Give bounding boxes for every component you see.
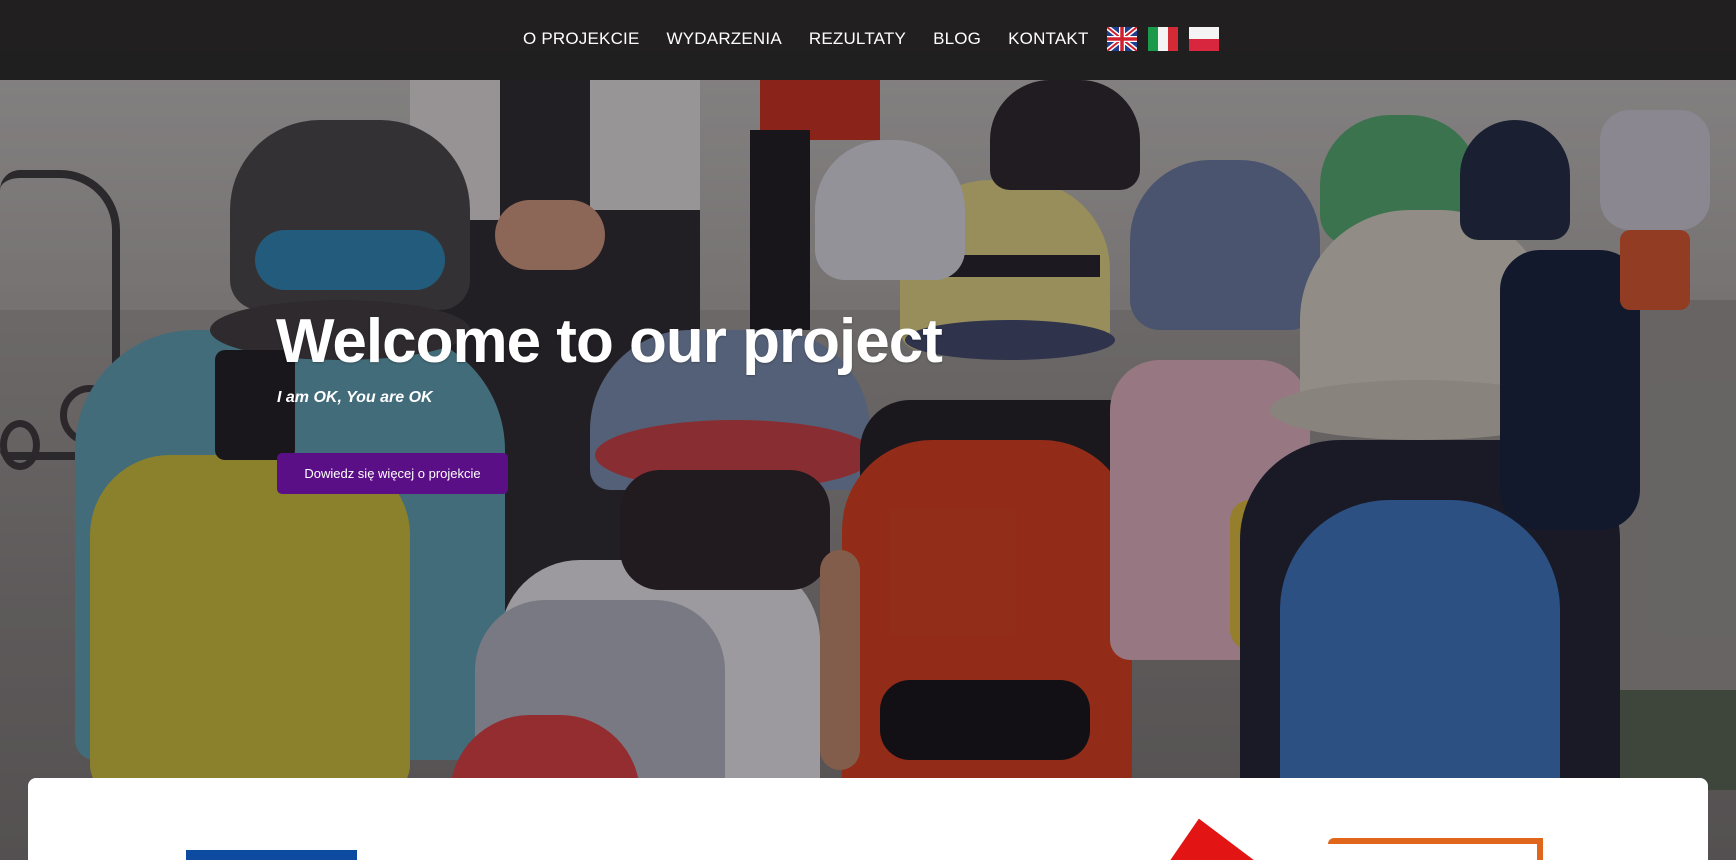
language-switcher xyxy=(1107,27,1219,51)
hero-title: Welcome to our project xyxy=(276,307,943,376)
nav-item-kontakt[interactable]: KONTAKT xyxy=(1008,28,1088,50)
hero-background-photo xyxy=(0,0,1736,860)
partner-logo-red xyxy=(1144,810,1267,860)
italy-flag-icon[interactable] xyxy=(1148,27,1178,51)
nav-item-o-projekcie[interactable]: O PROJEKCIE xyxy=(523,28,640,50)
partners-panel xyxy=(28,778,1708,860)
top-navbar: O PROJEKCIE WYDARZENIA REZULTATY BLOG KO… xyxy=(0,0,1736,80)
nav-item-blog[interactable]: BLOG xyxy=(933,28,981,50)
main-menu: O PROJEKCIE WYDARZENIA REZULTATY BLOG KO… xyxy=(523,28,1089,50)
hero-subtitle: I am OK, You are OK xyxy=(277,389,433,406)
nav-item-wydarzenia[interactable]: WYDARZENIA xyxy=(667,28,782,50)
uk-flag-icon[interactable] xyxy=(1107,27,1137,51)
partner-logo-orange xyxy=(1328,838,1543,860)
nav-item-rezultaty[interactable]: REZULTATY xyxy=(809,28,906,50)
eu-logo xyxy=(186,850,357,860)
learn-more-button[interactable]: Dowiedz się więcej o projekcie xyxy=(277,453,508,494)
poland-flag-icon[interactable] xyxy=(1189,27,1219,51)
